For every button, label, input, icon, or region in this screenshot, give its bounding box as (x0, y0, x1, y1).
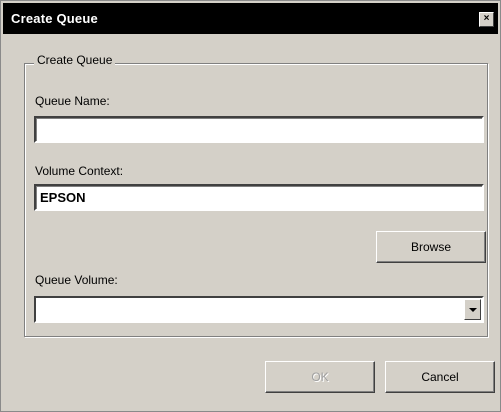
group-legend: Create Queue (34, 53, 116, 67)
cancel-button[interactable]: Cancel (385, 361, 495, 393)
create-queue-dialog: Create Queue × Create Queue Queue Name: … (0, 0, 501, 412)
queue-volume-label: Queue Volume: (35, 273, 118, 287)
volume-context-input[interactable] (36, 186, 482, 209)
dialog-title: Create Queue (11, 11, 98, 26)
title-bar[interactable]: Create Queue × (3, 3, 498, 34)
volume-context-field[interactable] (34, 184, 484, 211)
close-icon: × (483, 13, 490, 24)
ok-button[interactable]: OK (265, 361, 375, 393)
queue-name-input[interactable] (36, 118, 482, 141)
browse-button[interactable]: Browse (376, 231, 486, 263)
volume-context-label: Volume Context: (35, 164, 124, 178)
queue-name-field[interactable] (34, 116, 484, 143)
queue-name-label: Queue Name: (35, 94, 110, 108)
queue-volume-select[interactable] (34, 296, 484, 323)
close-button[interactable]: × (479, 12, 494, 27)
dropdown-button[interactable] (464, 299, 481, 320)
chevron-down-icon (469, 308, 477, 312)
